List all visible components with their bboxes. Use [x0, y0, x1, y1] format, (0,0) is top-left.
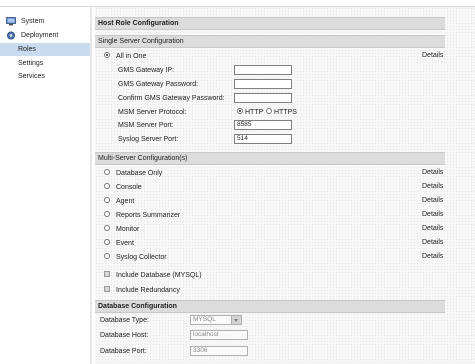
- sidebar-item-settings[interactable]: Settings: [0, 57, 90, 70]
- field-label: Database Port:: [100, 348, 147, 355]
- details-link[interactable]: Details: [422, 51, 443, 60]
- http-radio[interactable]: [237, 108, 243, 114]
- sidebar-nav: System Deployment Roles Settings Service…: [0, 7, 90, 364]
- checkbox-row: Include Database (MYSQL): [95, 270, 445, 284]
- role-row: Event Details: [95, 238, 445, 252]
- role-label: Agent: [116, 198, 135, 205]
- sidebar-item-label: Roles: [18, 46, 36, 53]
- field-label: Confirm GMS Gateway Password:: [118, 95, 225, 102]
- section-title: Multi-Server Configuration(s): [98, 155, 188, 162]
- database-header: Database Configuration: [95, 300, 445, 313]
- gms-gateway-password-input[interactable]: [234, 79, 292, 89]
- role-radio[interactable]: [104, 211, 110, 217]
- checkbox-label: Include Redundancy: [116, 287, 180, 294]
- db-field-row: Database Host: localhost: [95, 330, 445, 344]
- database-port-input[interactable]: 3306: [190, 346, 248, 356]
- role-row: Syslog Collector Details: [95, 252, 445, 266]
- top-border: [0, 0, 475, 7]
- role-label: Reports Summarizer: [116, 212, 181, 219]
- role-radio[interactable]: [104, 225, 110, 231]
- field-row: GMS Gateway IP:: [95, 65, 445, 79]
- role-row: Agent Details: [95, 196, 445, 210]
- role-row: Console Details: [95, 182, 445, 196]
- sidebar-item-label: System: [21, 18, 45, 25]
- sidebar-item-deployment[interactable]: Deployment: [0, 29, 90, 42]
- details-link[interactable]: Details: [422, 210, 443, 219]
- all-in-one-label: All in One: [116, 53, 147, 60]
- role-row: Monitor Details: [95, 224, 445, 238]
- field-label: Database Host:: [100, 332, 149, 339]
- role-radio[interactable]: [104, 239, 110, 245]
- role-label: Event: [116, 240, 134, 247]
- role-radio[interactable]: [104, 169, 110, 175]
- db-field-row: Database Port: 3306: [95, 346, 445, 360]
- field-label: GMS Gateway IP:: [118, 67, 175, 74]
- monitor-icon: [6, 17, 16, 26]
- role-radio[interactable]: [104, 197, 110, 203]
- field-row: GMS Gateway Password:: [95, 79, 445, 93]
- msm-port-input[interactable]: 8585: [234, 120, 292, 130]
- chevron-down-icon: [231, 316, 241, 324]
- single-server-header: Single Server Configuration: [95, 35, 445, 48]
- checkbox-label: Include Database (MYSQL): [116, 272, 202, 279]
- field-row: Syslog Server Port: 514: [95, 134, 445, 148]
- http-label: HTTP: [245, 109, 264, 116]
- all-in-one-radio[interactable]: [104, 52, 110, 58]
- role-label: Syslog Collector: [116, 254, 167, 261]
- include-redundancy-checkbox[interactable]: [104, 286, 110, 292]
- sidebar-item-label: Services: [18, 73, 45, 80]
- field-row: Confirm GMS Gateway Password:: [95, 93, 445, 107]
- role-label: Monitor: [116, 226, 140, 233]
- checkbox-row: Include Redundancy: [95, 285, 445, 299]
- main-panel: Host Role Configuration Single Server Co…: [95, 7, 475, 364]
- all-in-one-row: All in One Details: [95, 51, 445, 65]
- role-row: Database Only Details: [95, 168, 445, 182]
- field-label: Database Type:: [100, 317, 149, 324]
- field-row: MSM Server Port: 8585: [95, 120, 445, 134]
- field-label: MSM Server Protocol:: [118, 109, 187, 116]
- role-label: Console: [116, 184, 142, 191]
- db-field-row: Database Type: MYSQL: [95, 315, 445, 329]
- details-link[interactable]: Details: [422, 238, 443, 247]
- gms-gateway-ip-input[interactable]: [234, 65, 292, 75]
- include-database-checkbox[interactable]: [104, 271, 110, 277]
- field-label: Syslog Server Port:: [118, 136, 179, 143]
- sidebar-divider: [90, 7, 92, 364]
- details-link[interactable]: Details: [422, 168, 443, 177]
- sidebar-item-roles[interactable]: Roles: [0, 43, 90, 56]
- sidebar-item-label: Settings: [18, 60, 44, 67]
- page-title: Host Role Configuration: [98, 20, 179, 27]
- role-radio[interactable]: [104, 253, 110, 259]
- gear-icon: [7, 31, 15, 40]
- page-title-bar: Host Role Configuration: [95, 17, 445, 30]
- field-row: MSM Server Protocol: HTTP HTTPS: [95, 107, 445, 121]
- section-title: Single Server Configuration: [98, 38, 184, 45]
- https-label: HTTPS: [274, 109, 297, 116]
- sidebar-item-system[interactable]: System: [0, 15, 90, 28]
- role-label: Database Only: [116, 170, 163, 177]
- section-title: Database Configuration: [98, 303, 177, 310]
- field-label: MSM Server Port:: [118, 122, 174, 129]
- https-radio[interactable]: [266, 108, 272, 114]
- confirm-password-input[interactable]: [234, 93, 292, 103]
- database-type-select[interactable]: MYSQL: [190, 315, 242, 325]
- field-label: GMS Gateway Password:: [118, 81, 199, 88]
- details-link[interactable]: Details: [422, 182, 443, 191]
- database-host-input[interactable]: localhost: [190, 330, 248, 340]
- details-link[interactable]: Details: [422, 252, 443, 261]
- database-type-value: MYSQL: [193, 316, 216, 323]
- syslog-port-input[interactable]: 514: [234, 134, 292, 144]
- sidebar-item-services[interactable]: Services: [0, 70, 90, 83]
- details-link[interactable]: Details: [422, 196, 443, 205]
- multi-server-header: Multi-Server Configuration(s): [95, 152, 445, 165]
- details-link[interactable]: Details: [422, 224, 443, 233]
- role-row: Reports Summarizer Details: [95, 210, 445, 224]
- sidebar-item-label: Deployment: [21, 32, 59, 39]
- role-radio[interactable]: [104, 183, 110, 189]
